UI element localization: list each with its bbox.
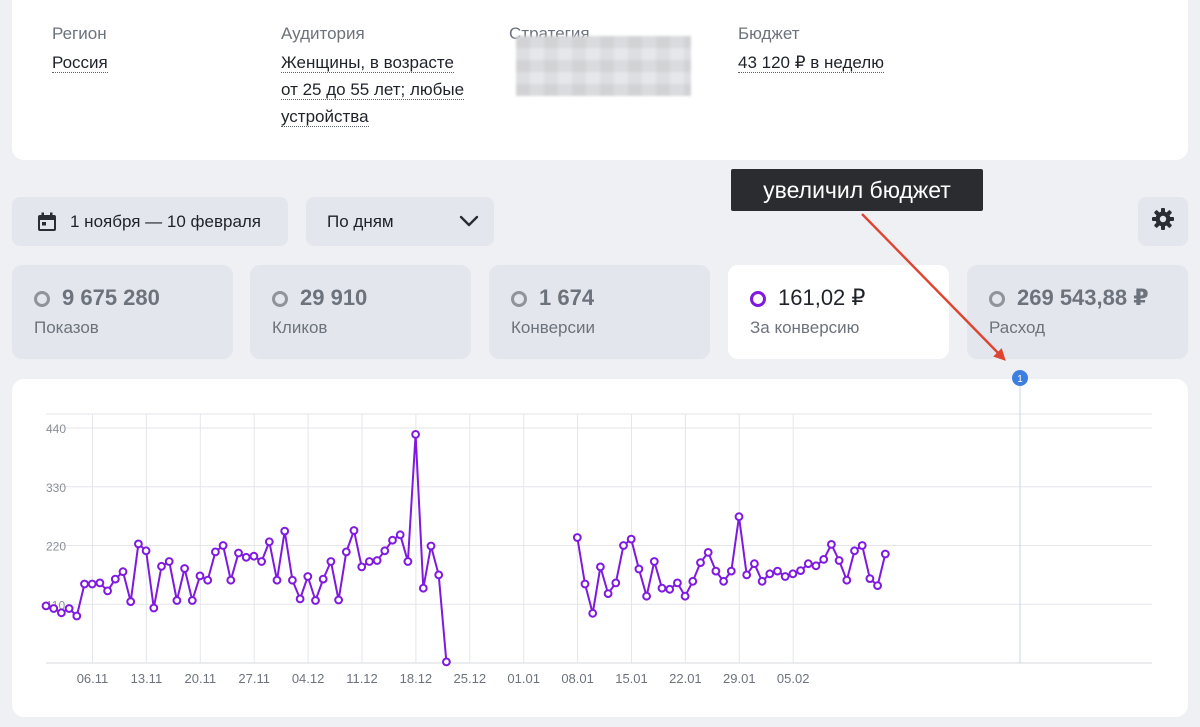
budget-label: Бюджет [738, 24, 800, 43]
calendar-icon [36, 211, 58, 233]
period-label: 1 ноября — 10 февраля [70, 211, 262, 231]
kpi-clicks[interactable]: 29 910 Кликов [250, 265, 471, 359]
radio-selected-icon [750, 291, 766, 307]
region-label: Регион [52, 24, 107, 43]
chart-card [12, 379, 1188, 717]
kpi-caption: Расход [989, 318, 1046, 337]
kpi-value: 9 675 280 [62, 285, 160, 310]
kpi-impressions[interactable]: 9 675 280 Показов [12, 265, 233, 359]
kpi-caption: Конверсии [511, 318, 595, 337]
budget-value[interactable]: 43 120 ₽ в неделю [738, 53, 884, 73]
grouping-select[interactable]: По дням [306, 197, 494, 246]
audience-label: Аудитория [281, 24, 365, 43]
gear-icon [1151, 207, 1175, 236]
kpi-value: 269 543,88 ₽ [1017, 285, 1149, 310]
kpi-value: 29 910 [300, 285, 368, 310]
radio-icon [34, 291, 50, 307]
radio-icon [989, 291, 1005, 307]
region-value[interactable]: Россия [52, 53, 108, 73]
period-selector-button[interactable]: 1 ноября — 10 февраля [12, 197, 288, 246]
kpi-caption: За конверсию [750, 318, 860, 337]
campaign-summary-card: Регион Россия Аудитория Женщины, в возра… [12, 0, 1188, 160]
kpi-cost-per-conversion[interactable]: 161,02 ₽ За конверсию [728, 265, 949, 359]
kpi-caption: Показов [34, 318, 99, 337]
strategy-value-blurred [516, 36, 691, 96]
radio-icon [511, 291, 527, 307]
radio-icon [272, 291, 288, 307]
kpi-caption: Кликов [272, 318, 328, 337]
budget-column: Бюджет 43 120 ₽ в неделю [738, 23, 884, 76]
kpi-value: 1 674 [539, 285, 595, 310]
chevron-down-icon [458, 212, 480, 235]
audience-column: Аудитория Женщины, в возрасте от 25 до 5… [281, 23, 465, 130]
audience-value[interactable]: Женщины, в возрасте от 25 до 55 лет; люб… [281, 49, 465, 130]
kpi-value: 161,02 ₽ [778, 285, 866, 310]
kpi-spend[interactable]: 269 543,88 ₽ Расход [967, 265, 1188, 359]
chart-settings-button[interactable] [1138, 197, 1188, 246]
kpi-conversions[interactable]: 1 674 Конверсии [489, 265, 710, 359]
grouping-label: По дням [327, 211, 394, 231]
annotation-tag: увеличил бюджет [731, 169, 983, 211]
region-column: Регион Россия [52, 23, 108, 76]
